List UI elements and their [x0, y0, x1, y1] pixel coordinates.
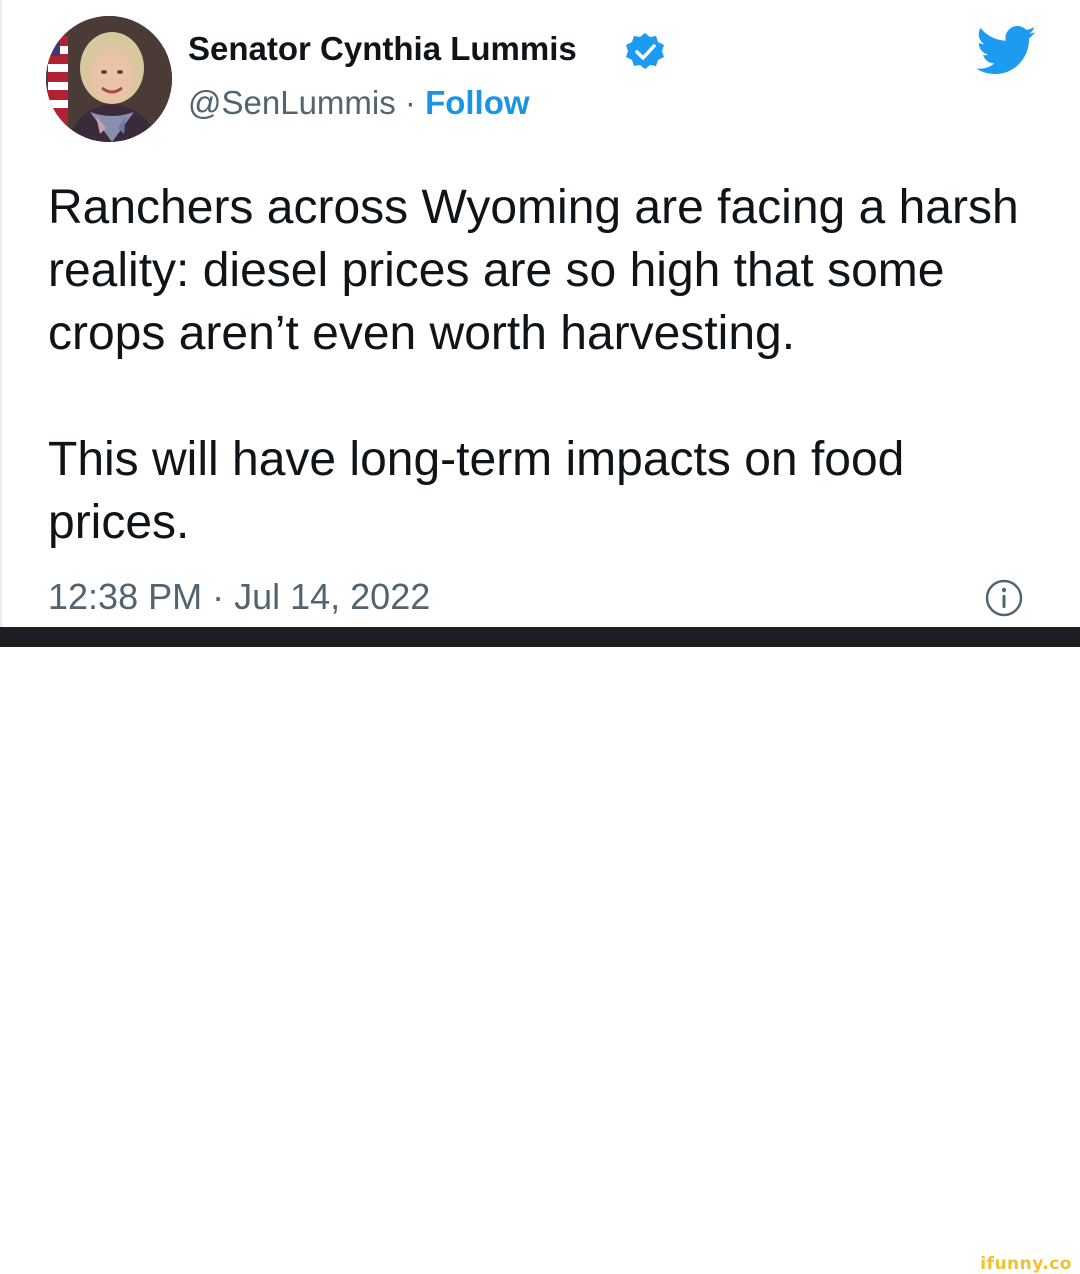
tweet-paragraph: This will have long-term impacts on food…	[48, 433, 905, 549]
tweet-timestamp[interactable]: 12:38 PM · Jul 14, 2022	[48, 576, 430, 618]
author-name[interactable]: Senator Cynthia Lummis	[188, 30, 577, 68]
avatar-image	[46, 16, 172, 142]
tweet-text: Ranchers across Wyoming are facing a har…	[48, 176, 1048, 554]
author-handle[interactable]: @SenLummis	[188, 84, 396, 121]
avatar[interactable]	[46, 16, 172, 142]
ifunny-watermark: ifunny.co	[980, 1254, 1072, 1274]
follow-link[interactable]: Follow	[425, 84, 529, 121]
info-icon[interactable]	[984, 578, 1024, 618]
tweet-paragraph: Ranchers across Wyoming are facing a har…	[48, 181, 1019, 360]
tweet-card: Senator Cynthia Lummis @SenLummis · Foll…	[0, 0, 1080, 627]
footer-bar: ifunny.co	[0, 627, 1080, 1273]
handle-line: @SenLummis · Follow	[188, 84, 530, 122]
twitter-bird-icon[interactable]	[976, 26, 1038, 76]
separator: ·	[404, 84, 416, 121]
verified-badge-icon	[626, 33, 664, 69]
